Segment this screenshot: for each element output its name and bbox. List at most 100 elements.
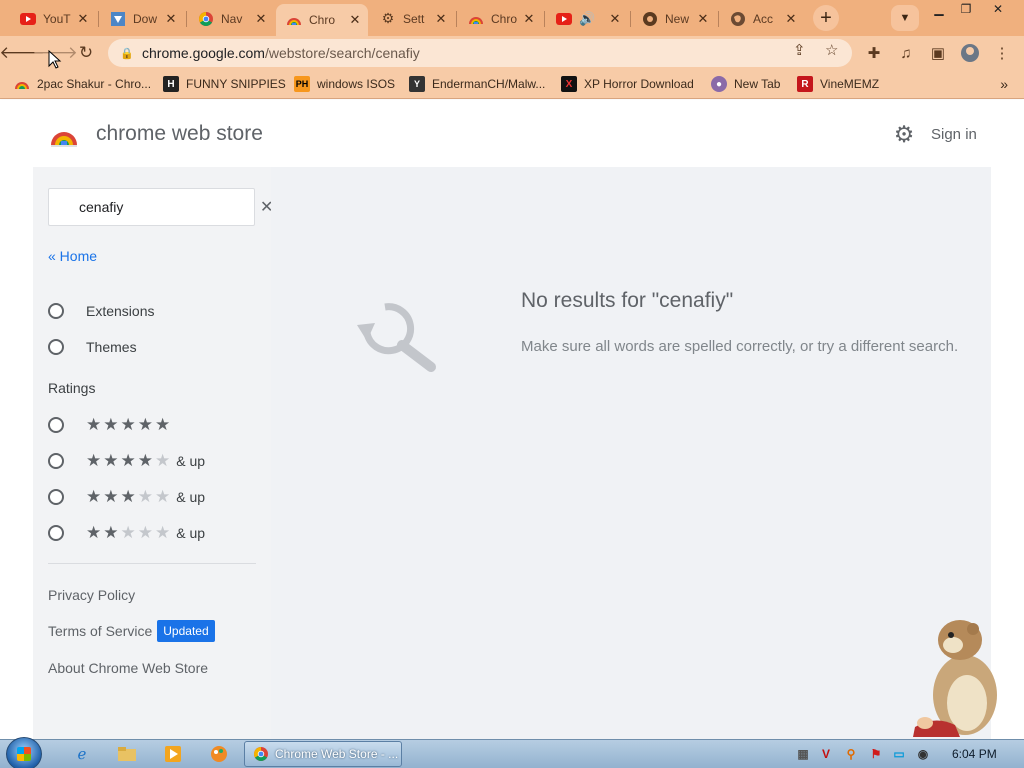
privacy-policy-link[interactable]: Privacy Policy	[48, 587, 135, 603]
tab-download[interactable]: Dow ✕	[100, 5, 184, 32]
media-player-icon[interactable]	[161, 743, 185, 765]
menu-button[interactable]: ⋮	[990, 41, 1014, 65]
about-store-link[interactable]: About Chrome Web Store	[48, 660, 208, 676]
radio-button[interactable]	[48, 303, 64, 319]
new-tab-button[interactable]: +	[813, 5, 839, 31]
minimize-button[interactable]: ▁	[928, 0, 950, 18]
extensions-button[interactable]: ✚	[862, 41, 886, 65]
h-icon: H	[163, 76, 179, 92]
close-icon[interactable]: ✕	[434, 11, 448, 27]
bookmark-item[interactable]: Y EndermanCH/Malw...	[409, 76, 545, 92]
share-button[interactable]: ⇪	[793, 41, 806, 59]
radio-button[interactable]	[48, 489, 64, 505]
share-icon: ⇪	[793, 42, 806, 59]
bookmarks-overflow-button[interactable]: »	[1000, 76, 1008, 92]
close-icon[interactable]: ✕	[522, 11, 536, 27]
back-button[interactable]: 🡐	[0, 40, 45, 66]
star-empty-icon: ★	[137, 487, 155, 506]
file-explorer-icon[interactable]	[115, 743, 139, 765]
settings-gear-button[interactable]: ⚙	[892, 122, 916, 146]
system-clock[interactable]: 6:04 PM	[952, 747, 997, 761]
start-button[interactable]	[6, 737, 42, 768]
profile-button[interactable]	[958, 41, 982, 65]
rating-filter-4[interactable]: ★ ★ ★ ★ ★ & up	[48, 451, 205, 471]
rating-filter-3[interactable]: ★ ★ ★ ★ ★ & up	[48, 487, 205, 507]
star-filled-icon: ★	[120, 487, 138, 506]
bookmark-item[interactable]: ● New Tab	[711, 76, 780, 92]
tab-title: Sett	[403, 11, 425, 26]
tab-settings[interactable]: ⚙ Sett ✕	[370, 5, 454, 32]
tab-youtube-playing[interactable]: 🔊 ✕	[546, 5, 628, 32]
filter-themes[interactable]: Themes	[48, 339, 137, 355]
github-icon: Y	[409, 76, 425, 92]
tray-app-icon[interactable]: ▦	[795, 746, 811, 762]
store-title[interactable]: chrome web store	[96, 122, 263, 146]
home-link[interactable]: « Home	[48, 248, 97, 264]
tray-v-icon[interactable]: V	[818, 746, 834, 762]
star-filled-icon: ★	[86, 523, 104, 542]
radio-button[interactable]	[48, 525, 64, 541]
tray-search-icon[interactable]: ⚲	[843, 746, 859, 762]
bookmark-star-button[interactable]: ☆	[825, 41, 838, 59]
radio-button[interactable]	[48, 417, 64, 433]
star-filled-icon: ★	[103, 487, 121, 506]
star-filled-icon: ★	[120, 451, 138, 470]
tab-chrome[interactable]: Chro ✕	[458, 5, 542, 32]
close-icon[interactable]: ✕	[348, 12, 362, 28]
paint-icon[interactable]	[207, 743, 231, 765]
tab-youtube[interactable]: YouT ✕	[10, 5, 96, 32]
star-filled-icon: ★	[103, 523, 121, 542]
hamster-desktop-pet[interactable]	[905, 615, 1010, 740]
tab-nav[interactable]: Nav ✕	[188, 5, 274, 32]
restore-button[interactable]: ❐	[955, 0, 977, 18]
media-controls-button[interactable]: ♫	[894, 41, 918, 65]
search-input[interactable]	[79, 199, 260, 215]
bookmark-item[interactable]: H FUNNY SNIPPIES	[163, 76, 286, 92]
webstore-logo-icon[interactable]	[50, 121, 78, 149]
close-icon[interactable]: ✕	[608, 11, 622, 27]
window-close-button[interactable]: ✕	[985, 0, 1011, 18]
side-panel-button[interactable]: ▣	[926, 41, 950, 65]
youtube-icon	[20, 11, 36, 27]
bookmark-item[interactable]: 2pac Shakur - Chro...	[14, 76, 151, 92]
browser-toolbar: 🡐 🡒 ↻ 🔒 chrome.google.com/webstore/searc…	[0, 36, 1024, 70]
sign-in-link[interactable]: Sign in	[931, 126, 977, 143]
tab-accounts[interactable]: Acc ✕	[720, 5, 804, 32]
address-bar[interactable]: 🔒 chrome.google.com/webstore/search/cena…	[108, 39, 852, 67]
star-filled-icon: ★	[137, 415, 155, 434]
bookmark-item[interactable]: R VineMEMZ	[797, 76, 879, 92]
reload-button[interactable]: ↻	[73, 40, 99, 66]
tab-chrome-web-store-active[interactable]: Chro ✕	[276, 4, 368, 36]
internet-explorer-icon[interactable]: ℯ	[70, 743, 94, 765]
close-icon[interactable]: ✕	[784, 11, 798, 27]
tray-volume-icon[interactable]: ◉	[915, 746, 931, 762]
close-icon[interactable]: ✕	[254, 11, 268, 27]
tray-monitor-icon[interactable]: ▭	[891, 746, 907, 762]
tab-title: Nav	[221, 11, 243, 26]
tab-strip: YouT ✕ Dow ✕ Nav ✕ Chro ✕ ⚙ Sett ✕ Chro …	[0, 0, 1024, 36]
bookmark-item[interactable]: X XP Horror Download	[561, 76, 694, 92]
bookmark-label: FUNNY SNIPPIES	[186, 77, 286, 91]
radio-button[interactable]	[48, 339, 64, 355]
close-icon[interactable]: ✕	[164, 11, 178, 27]
rating-filter-5[interactable]: ★ ★ ★ ★ ★	[48, 415, 172, 435]
close-icon[interactable]: ✕	[76, 11, 90, 27]
bookmark-item[interactable]: PH windows ISOS	[294, 76, 395, 92]
audio-playing-icon[interactable]: 🔊	[579, 11, 608, 27]
star-filled-icon: ★	[120, 415, 138, 434]
filter-extensions[interactable]: Extensions	[48, 303, 154, 319]
terms-of-service-link[interactable]: Terms of Service	[48, 623, 152, 639]
star-filled-icon: ★	[86, 487, 104, 506]
radio-button[interactable]	[48, 453, 64, 469]
store-body: ✕ « Home Extensions Themes Ratings ★★★★★…	[0, 167, 1024, 739]
ph-icon: PH	[294, 76, 310, 92]
bookmark-label: New Tab	[734, 77, 781, 91]
rating-filter-2[interactable]: ★ ★ ★ ★ ★ & up	[48, 523, 205, 543]
tray-flag-icon[interactable]: ⚑	[868, 746, 884, 762]
webstore-icon	[286, 12, 302, 28]
taskbar-chrome-window[interactable]: Chrome Web Store - ...	[244, 741, 402, 767]
close-icon[interactable]: ✕	[696, 11, 710, 27]
tab-new-tab[interactable]: New ✕	[632, 5, 716, 32]
tab-search-button[interactable]: ▼	[891, 5, 919, 31]
star-rating: ★ ★ ★ ★ ★ & up	[86, 487, 205, 507]
